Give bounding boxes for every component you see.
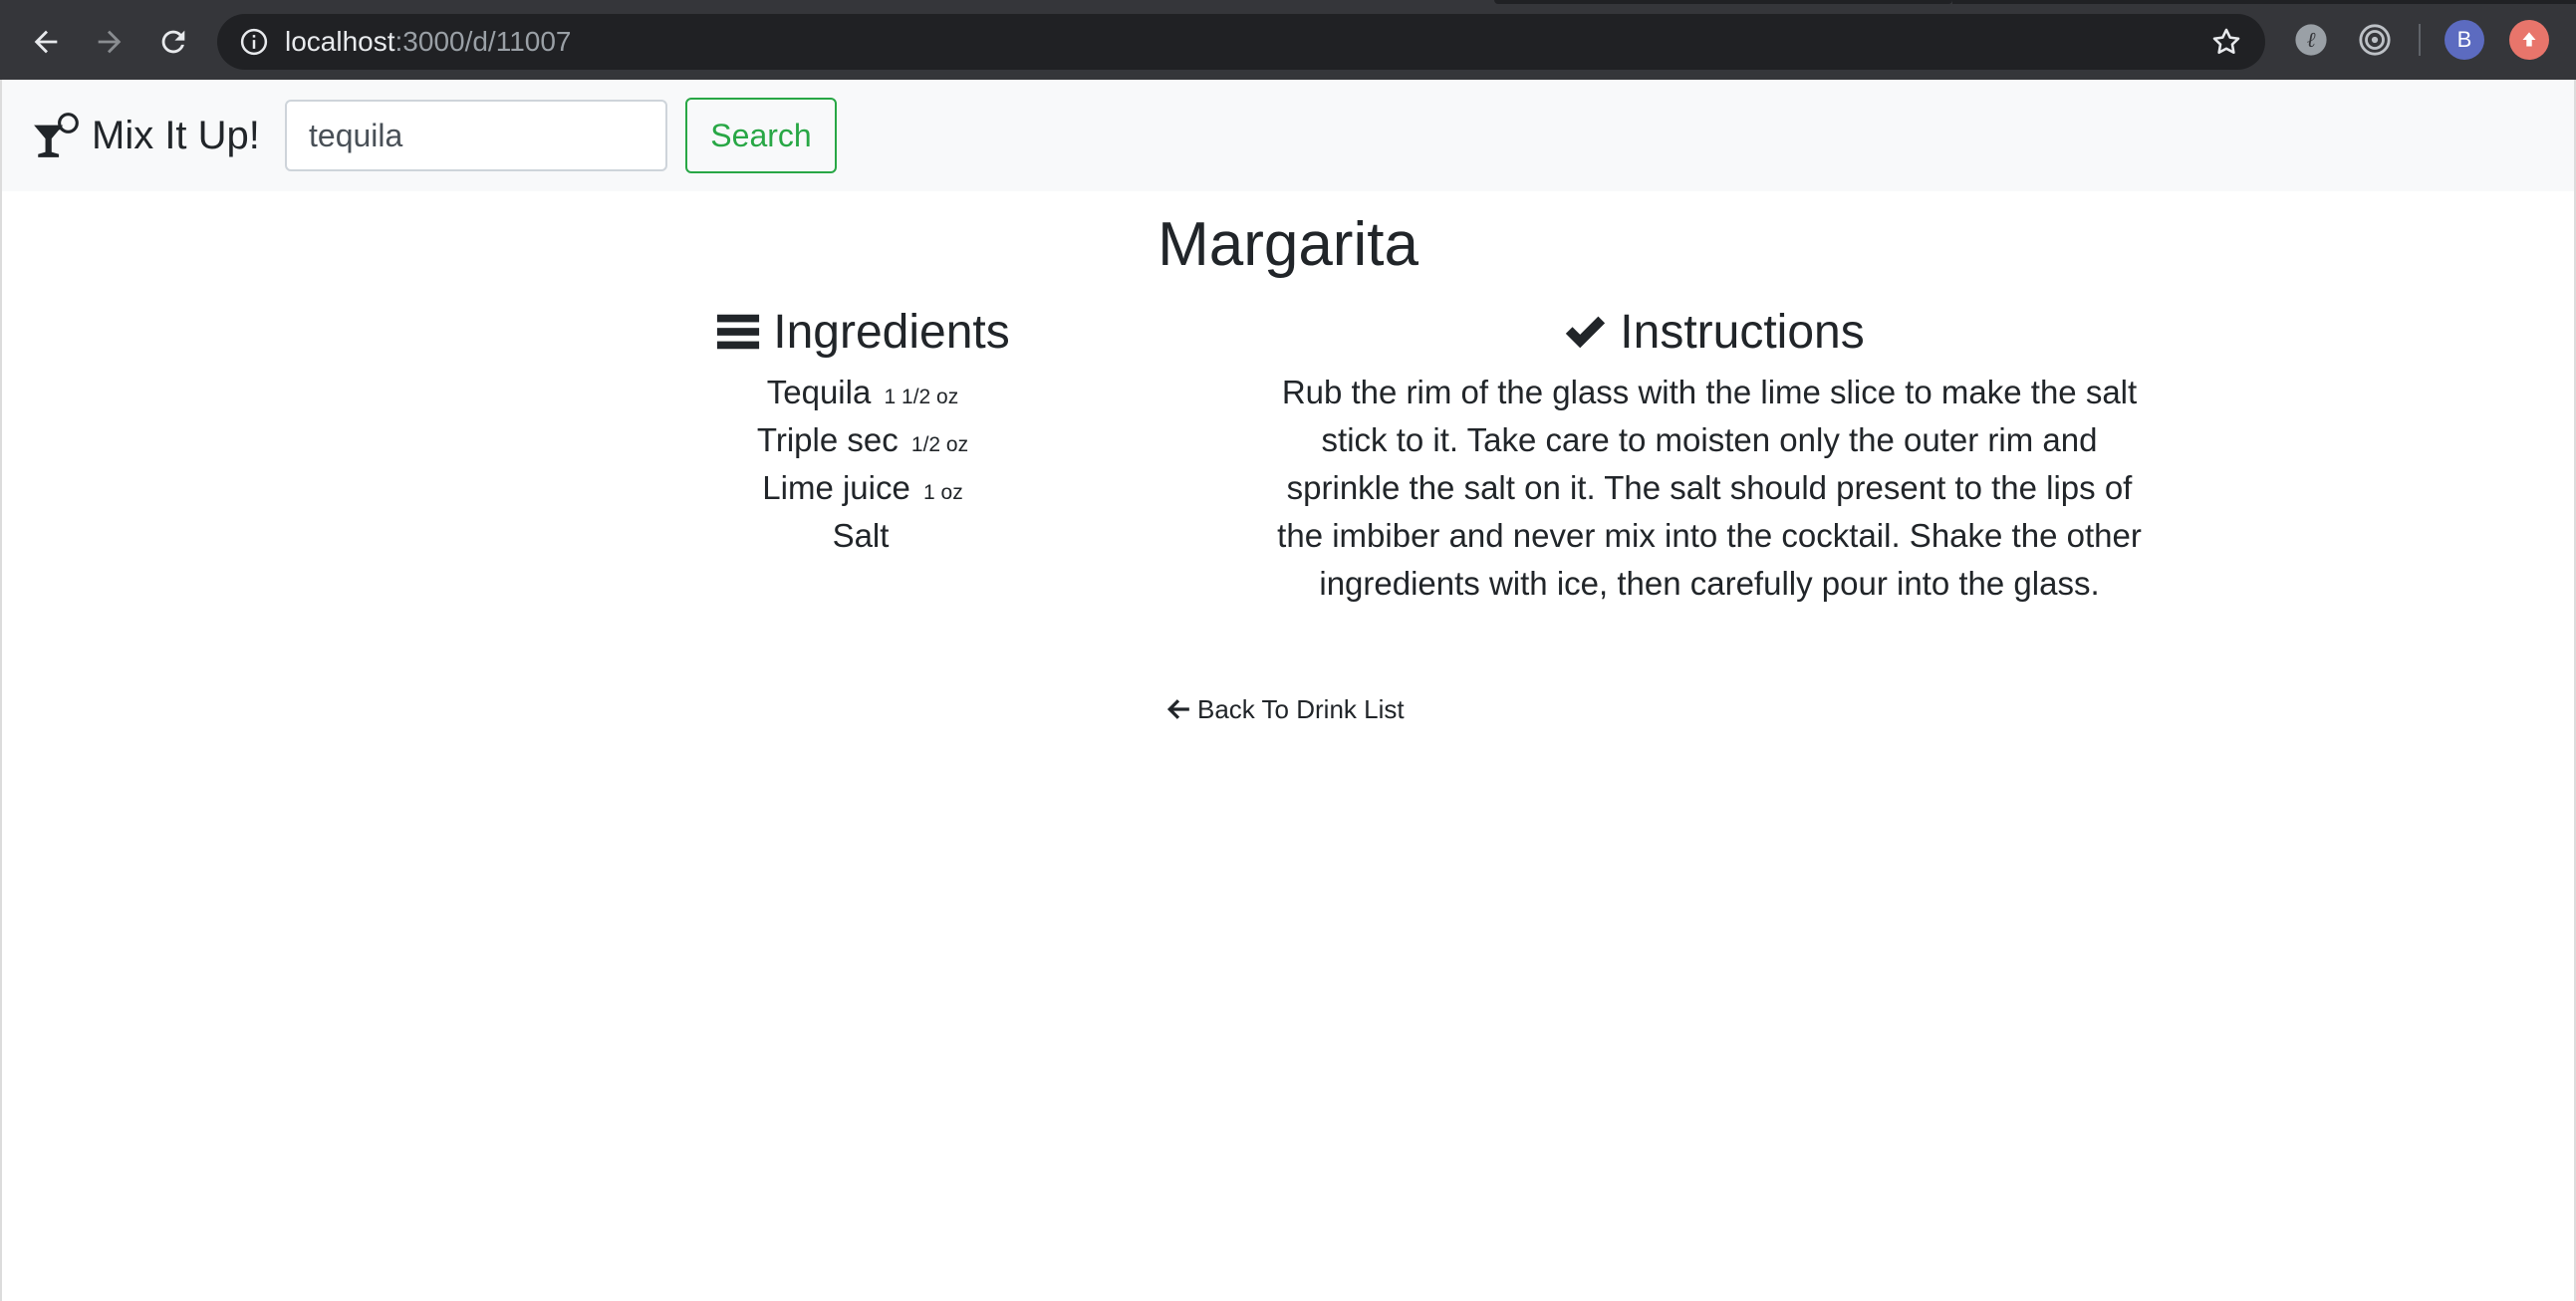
ingredients-list: Tequila 1 1/2 oz Triple sec 1/2 oz Lime … — [558, 369, 1167, 560]
url-text[interactable]: localhost:3000/d/11007 — [285, 14, 572, 70]
tab-strip-edge — [1952, 0, 2576, 4]
ingredient-item: Salt — [558, 512, 1167, 560]
ingredient-amount: 1/2 oz — [910, 433, 969, 456]
check-icon — [1566, 316, 1606, 349]
target-extension-icon[interactable] — [2357, 22, 2393, 58]
instructions-heading-label: Instructions — [1620, 305, 1865, 359]
address-bar[interactable]: localhost:3000/d/11007 — [217, 14, 2265, 70]
bookmark-star-icon[interactable] — [2209, 25, 2243, 59]
svg-text:ℓ: ℓ — [2307, 28, 2316, 52]
ingredients-heading-label: Ingredients — [773, 305, 1010, 359]
update-icon[interactable] — [2509, 20, 2549, 60]
ingredient-name: Triple sec — [756, 421, 899, 458]
back-to-list-link[interactable]: Back To Drink List — [1165, 689, 1405, 729]
ingredients-heading: Ingredients — [697, 297, 1028, 367]
ingredient-amount: 1 1/2 oz — [884, 386, 959, 408]
ingredient-name: Tequila — [766, 374, 872, 410]
info-icon[interactable] — [239, 27, 269, 57]
browser-toolbar: localhost:3000/d/11007 ℓ B — [0, 0, 2576, 80]
ingredient-item: Triple sec 1/2 oz — [558, 416, 1167, 464]
instructions-heading: Instructions — [1514, 297, 1913, 367]
back-link-label: Back To Drink List — [1197, 693, 1405, 724]
reload-icon[interactable] — [151, 20, 195, 64]
search-button[interactable]: Search — [685, 98, 837, 173]
cocktail-icon — [34, 113, 79, 157]
bars-icon — [717, 314, 760, 350]
url-host: localhost — [285, 26, 395, 57]
brand-name: Mix It Up! — [92, 113, 260, 157]
ingredient-name: Lime juice — [762, 469, 910, 506]
ingredient-item: Tequila 1 1/2 oz — [558, 369, 1167, 416]
toolbar-separator — [2419, 24, 2421, 56]
arrow-left-icon — [1166, 699, 1189, 719]
extension-icon[interactable]: ℓ — [2293, 22, 2329, 58]
ingredient-item: Lime juice 1 oz — [558, 464, 1167, 512]
brand-link[interactable]: Mix It Up! — [32, 108, 260, 163]
instructions-text: Rub the rim of the glass with the lime s… — [1277, 374, 2142, 602]
search-input[interactable] — [285, 100, 667, 171]
ingredient-name: Salt — [832, 517, 890, 554]
drink-title: Margarita — [1158, 210, 1418, 279]
window-edge-left — [0, 80, 2, 1301]
tab-strip-edge — [1494, 0, 1952, 4]
profile-avatar[interactable]: B — [2445, 20, 2484, 60]
ingredient-amount: 1 oz — [923, 481, 963, 504]
forward-icon[interactable] — [88, 20, 131, 64]
url-path: :3000/d/11007 — [394, 26, 572, 57]
back-icon[interactable] — [24, 20, 68, 64]
